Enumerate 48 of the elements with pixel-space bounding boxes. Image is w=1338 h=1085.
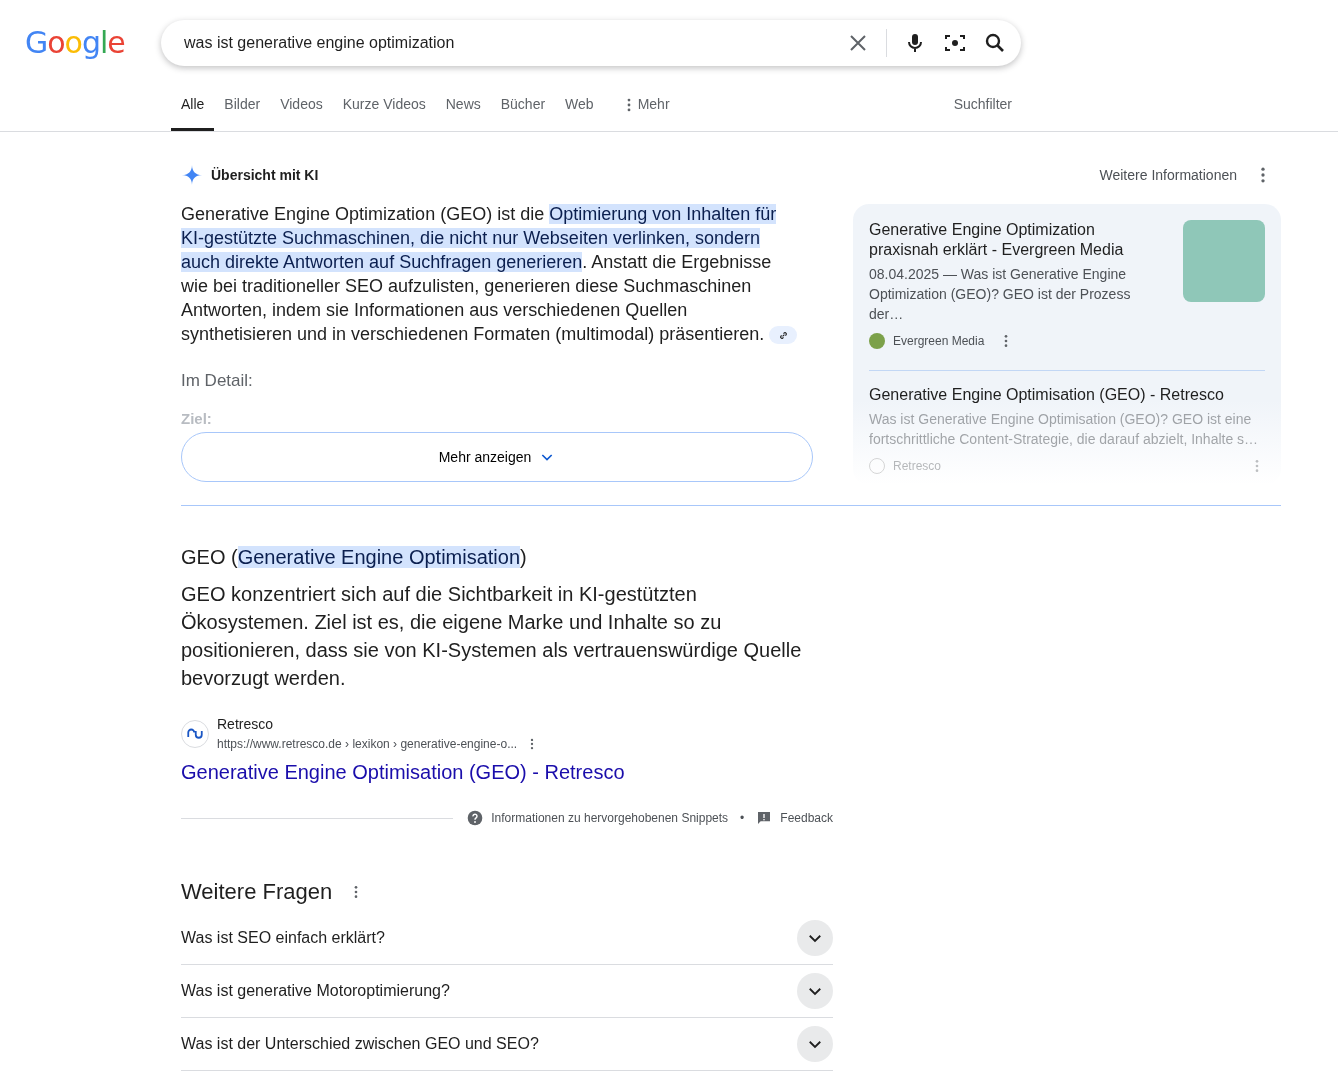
expand-button[interactable] — [797, 920, 833, 956]
snippet-heading: GEO (Generative Engine Optimisation) — [181, 545, 528, 570]
snippet-text: GEO konzentriert sich auf die Sichtbarkeit in KI-gestützten Ökosystemen. Ziel ist es, die eigene Marke und Inhalte so zu positionieren, dass sie von KI-Systemen als vertrauenswürdige Quelle bevorzugt werden. — [181, 582, 803, 691]
question-text: Was ist generative Motoroptimierung? — [181, 981, 450, 1001]
expand-button[interactable] — [797, 1026, 833, 1062]
question-text: Was ist der Unterschied zwischen GEO und SEO? — [181, 1034, 539, 1054]
google-logo[interactable]: Google — [25, 28, 161, 58]
faded-heading: Ziel: — [181, 408, 213, 429]
section-title: Weitere Fragen — [181, 878, 333, 906]
question-row[interactable]: Was ist der Unterschied zwischen GEO und SEO? — [181, 1018, 833, 1071]
link-icon — [777, 329, 789, 341]
filter-button[interactable]: Suchfilter — [943, 81, 1022, 131]
question-row[interactable]: Was ist SEO einfach erklärt? — [181, 912, 833, 965]
source-snippet: Was ist Generative Engine Optimisation (GEO)? GEO ist eine fortschrittliche Content-Strategie, die darauf abzielt, Inhalte s… — [869, 410, 1260, 449]
site-url: https://www.retresco.de › lexikon › generative-engine-o... — [217, 736, 518, 753]
overview-title: Übersicht mit KI — [211, 165, 319, 185]
search-tab[interactable]: Alle — [171, 81, 215, 131]
feedback-icon — [756, 810, 773, 826]
expand-button[interactable] — [797, 973, 833, 1009]
snippet-info-link[interactable]: Informationen zu hervorgehobenen Snippets — [491, 809, 729, 827]
search-tab[interactable]: Kurze Videos — [332, 81, 436, 131]
search-field[interactable]: was ist generative engine optimization — [182, 30, 830, 56]
help-icon — [467, 810, 484, 826]
source-title[interactable]: Generative Engine Optimisation (GEO) - Retresco — [869, 385, 1265, 405]
site-favicon — [869, 458, 885, 474]
site-name: Retresco — [893, 458, 942, 475]
site-name: Retresco — [217, 715, 275, 734]
result-link[interactable]: Generative Engine Optimisation (GEO) - Retresco — [181, 757, 625, 787]
search-tab[interactable]: Bilder — [214, 81, 271, 131]
question-row[interactable]: Was ist generative Motoroptimierung? — [181, 965, 833, 1018]
more-vertical-icon — [625, 97, 632, 112]
more-info-link[interactable]: Weitere Informationen — [1099, 164, 1237, 186]
question-text: Was ist SEO einfach erklärt? — [181, 928, 385, 948]
feedback-link[interactable]: Feedback — [780, 809, 833, 827]
search-tab[interactable]: News — [435, 81, 491, 131]
source-title[interactable]: Generative Engine Optimization praxisnah erklärt - Evergreen Media — [869, 220, 1167, 260]
link-chip[interactable] — [769, 326, 798, 345]
separator-dot: • — [740, 810, 745, 827]
site-favicon — [869, 333, 885, 349]
search-tab[interactable]: Videos — [270, 81, 333, 131]
search-tab[interactable]: Bücher — [490, 81, 556, 131]
overview-paragraph: Generative Engine Optimization (GEO) ist die Optimierung von Inhalten für KI-gestützte Suchmaschinen, die nicht nur Webseiten verlinken, sondern auch direkte Antworten auf Suchfragen generieren. Anstatt die Ergebnisse wie bei traditioneller SEO aufzulisten, generieren diese Suchmaschinen Antworten, indem sie Informationen aus verschiedenen Quellen synthetisieren und in verschiedenen Formaten (multimodal) präsentieren. — [181, 202, 801, 346]
subheading: Im Detail: — [181, 370, 254, 392]
search-tab[interactable]: Web — [555, 81, 604, 131]
show-more-button[interactable]: Mehr anzeigen — [181, 432, 813, 482]
site-name: Evergreen Media — [893, 333, 985, 350]
search-tab[interactable]: Mehr — [615, 81, 680, 131]
source-snippet: 08.04.2025 — Was ist Generative Engine Optimization (GEO)? GEO ist der Prozess der… — [869, 265, 1132, 324]
